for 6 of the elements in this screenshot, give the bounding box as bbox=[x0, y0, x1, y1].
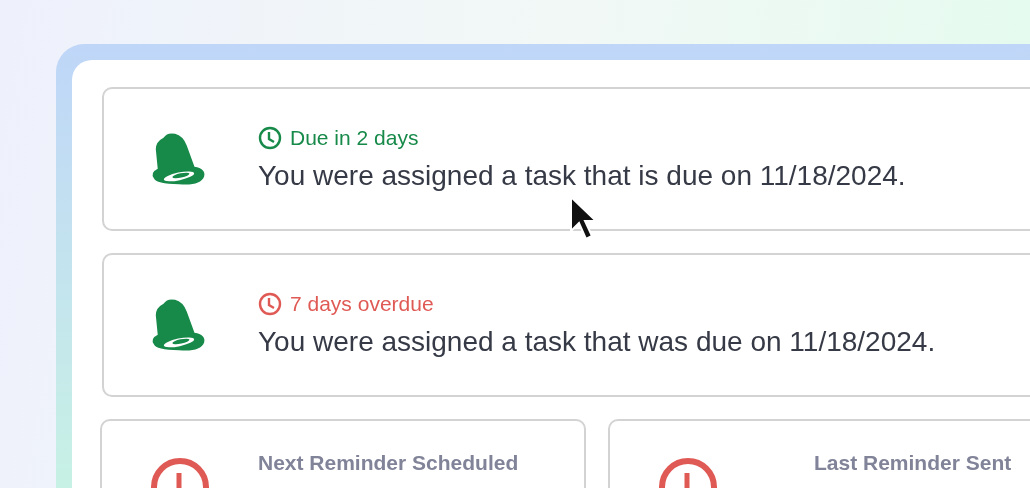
notification-message: You were assigned a task that is due on 11/18/2024. bbox=[258, 160, 906, 192]
status-label: 7 days overdue bbox=[290, 292, 434, 316]
reminder-title: Next Reminder Scheduled bbox=[258, 451, 519, 475]
reminder-title: Last Reminder Sent bbox=[814, 451, 1012, 475]
notification-message: You were assigned a task that was due on 11/18/2024. bbox=[258, 326, 936, 358]
status-label: Due in 2 days bbox=[290, 126, 419, 150]
